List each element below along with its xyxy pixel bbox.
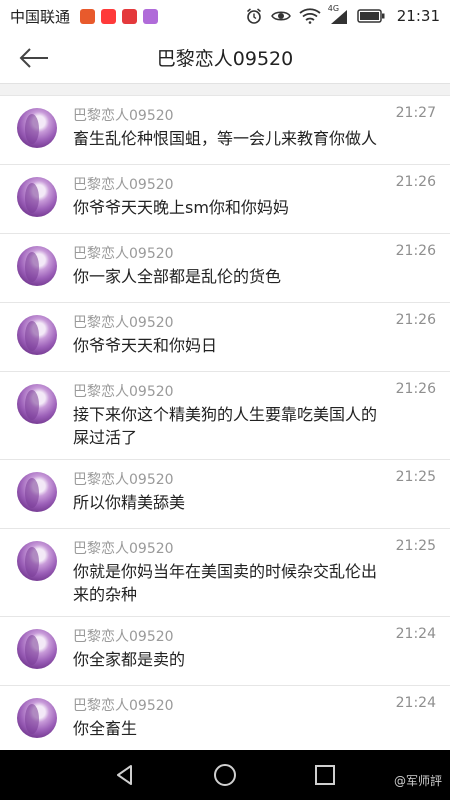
message-text: 你一家人全部都是乱伦的货色 (73, 267, 282, 286)
nav-back-button[interactable] (75, 750, 175, 800)
avatar[interactable] (17, 472, 57, 512)
avatar[interactable] (17, 541, 57, 581)
header-divider (0, 84, 450, 96)
carrier-label: 中国联通 (10, 7, 71, 26)
system-nav-bar (0, 750, 450, 800)
message-body: 巴黎恋人09520 你一家人全部都是乱伦的货色 (73, 234, 450, 292)
message-text: 你爷爷天天和你妈日 (73, 336, 218, 355)
message-item[interactable]: 巴黎恋人09520 接下来你这个精美狗的人生要靠吃美国人的屎过活了 21:26 (0, 372, 450, 460)
message-item[interactable]: 巴黎恋人09520 你就是你妈当年在美国卖的时候杂交乱伦出来的杂种 21:25 (0, 529, 450, 617)
sender-name: 巴黎恋人09520 (73, 629, 174, 645)
signal-icon: 4G (328, 4, 349, 25)
message-time: 21:24 (395, 626, 436, 642)
triangle-back-icon (117, 765, 132, 785)
message-time: 21:26 (395, 174, 436, 190)
battery-icon (357, 9, 385, 23)
avatar[interactable] (17, 698, 57, 738)
message-body: 巴黎恋人09520 你全家都是卖的 (73, 617, 450, 675)
avatar[interactable] (17, 384, 57, 424)
message-item[interactable]: 巴黎恋人09520 你全畜生 21:24 (0, 686, 450, 750)
message-body: 巴黎恋人09520 你爷爷天天和你妈日 (73, 303, 450, 361)
message-item[interactable]: 巴黎恋人09520 畜生乱伦种恨国蛆，等一会儿来教育你做人 21:27 (0, 96, 450, 165)
message-body: 巴黎恋人09520 你爷爷天天晚上sm你和你妈妈 (73, 165, 450, 223)
message-body: 巴黎恋人09520 接下来你这个精美狗的人生要靠吃美国人的屎过活了 (73, 372, 450, 449)
sender-name: 巴黎恋人09520 (73, 108, 174, 124)
message-body: 巴黎恋人09520 你就是你妈当年在美国卖的时候杂交乱伦出来的杂种 (73, 529, 450, 606)
eye-icon (270, 11, 291, 21)
notification-app-icon-3 (122, 8, 138, 24)
page-title: 巴黎恋人09520 (156, 48, 294, 70)
status-left: 中国联通 (10, 6, 159, 27)
message-text: 你爷爷天天晚上sm你和你妈妈 (73, 198, 289, 217)
nav-recent-button[interactable] (275, 750, 375, 800)
notification-app-icon-2 (101, 8, 117, 24)
alarm-icon (246, 8, 261, 24)
message-item[interactable]: 巴黎恋人09520 你爷爷天天和你妈日 21:26 (0, 303, 450, 372)
status-bar: 中国联通 4G 21:31 (0, 0, 450, 32)
circle-home-icon (214, 764, 236, 786)
notification-app-icon-4 (143, 8, 159, 24)
notification-app-icon-1 (80, 8, 96, 24)
sender-name: 巴黎恋人09520 (73, 541, 174, 557)
message-text: 所以你精美舔美 (73, 493, 186, 512)
message-item[interactable]: 巴黎恋人09520 你一家人全部都是乱伦的货色 21:26 (0, 234, 450, 303)
avatar[interactable] (17, 246, 57, 286)
title-bar: 巴黎恋人09520 (0, 32, 450, 84)
wifi-icon (299, 8, 321, 24)
message-time: 21:26 (395, 312, 436, 328)
message-time: 21:24 (395, 695, 436, 711)
message-text: 你全畜生 (73, 719, 138, 738)
message-text: 你全家都是卖的 (73, 650, 186, 669)
message-text: 你就是你妈当年在美国卖的时候杂交乱伦出来的杂种 (73, 562, 378, 604)
sender-name: 巴黎恋人09520 (73, 698, 174, 714)
message-item[interactable]: 巴黎恋人09520 你全家都是卖的 21:24 (0, 617, 450, 686)
avatar[interactable] (17, 315, 57, 355)
message-text: 接下来你这个精美狗的人生要靠吃美国人的屎过活了 (73, 405, 378, 447)
sender-name: 巴黎恋人09520 (73, 246, 174, 262)
message-text: 畜生乱伦种恨国蛆，等一会儿来教育你做人 (73, 129, 378, 148)
message-body: 巴黎恋人09520 畜生乱伦种恨国蛆，等一会儿来教育你做人 (73, 96, 450, 154)
sender-name: 巴黎恋人09520 (73, 384, 174, 400)
message-body: 巴黎恋人09520 你全畜生 (73, 686, 450, 744)
nav-home-button[interactable] (175, 750, 275, 800)
sender-name: 巴黎恋人09520 (73, 177, 174, 193)
arrow-left-icon (19, 48, 48, 68)
message-body: 巴黎恋人09520 所以你精美舔美 (73, 460, 450, 518)
message-time: 21:26 (395, 381, 436, 397)
avatar[interactable] (17, 108, 57, 148)
avatar[interactable] (17, 177, 57, 217)
message-time: 21:25 (395, 469, 436, 485)
message-item[interactable]: 巴黎恋人09520 所以你精美舔美 21:25 (0, 460, 450, 529)
watermark: @军师評 (393, 774, 442, 788)
status-right: 4G 21:31 (245, 4, 440, 25)
message-time: 21:25 (395, 538, 436, 554)
message-time: 21:26 (395, 243, 436, 259)
avatar[interactable] (17, 629, 57, 669)
sender-name: 巴黎恋人09520 (73, 472, 174, 488)
back-button[interactable] (14, 42, 54, 74)
message-time: 21:27 (395, 105, 436, 121)
status-time: 21:31 (396, 7, 440, 25)
message-item[interactable]: 巴黎恋人09520 你爷爷天天晚上sm你和你妈妈 21:26 (0, 165, 450, 234)
sender-name: 巴黎恋人09520 (73, 315, 174, 331)
message-list[interactable]: 巴黎恋人09520 畜生乱伦种恨国蛆，等一会儿来教育你做人 21:27 巴黎恋人095… (0, 96, 450, 750)
square-recent-icon (315, 765, 335, 785)
